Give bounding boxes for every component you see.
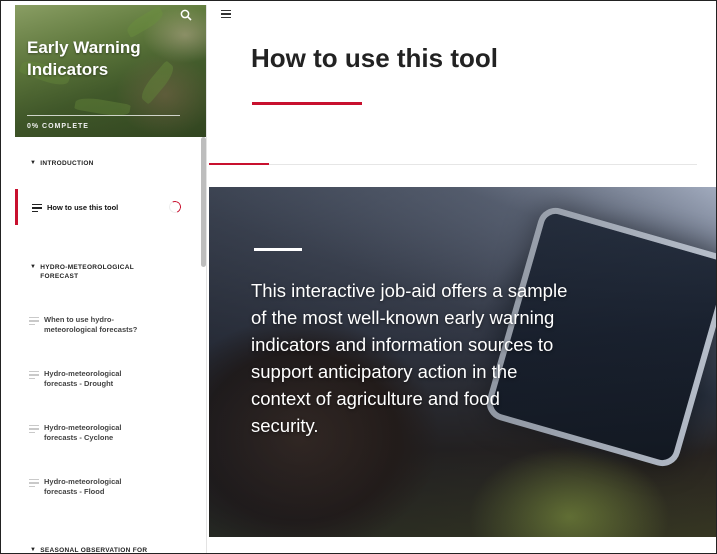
- sidebar-item-cyclone[interactable]: Hydro-meteorological forecasts - Cyclone: [15, 423, 201, 451]
- lesson-icon: [29, 425, 39, 433]
- banner-divider: [254, 248, 302, 251]
- lesson-icon: [32, 204, 42, 212]
- lesson-icon: [29, 317, 39, 325]
- lesson-progress-ring: [167, 199, 183, 215]
- intro-banner-image: This interactive job-aid offers a sample…: [209, 187, 716, 537]
- sidebar-item-how-to-use[interactable]: How to use this tool: [15, 189, 201, 225]
- sidebar-item-label: Hydro-meteorological forecasts - Flood: [44, 477, 122, 496]
- sidebar-item-label: Hydro-meteorological forecasts - Cyclone: [44, 423, 122, 442]
- sidebar-item-label: Hydro-meteorological forecasts - Drought: [44, 369, 122, 388]
- course-sidebar: Early Warning Indicators 0% COMPLETE ▼ I…: [15, 5, 207, 553]
- lesson-progress-track: [209, 164, 697, 165]
- sidebar-item-drought[interactable]: Hydro-meteorological forecasts - Drought: [15, 369, 201, 397]
- course-progress-bar: [27, 115, 180, 116]
- section-heading-hydro-meteorological[interactable]: ▼ HYDRO-METEOROLOGICAL FORECAST: [30, 263, 150, 281]
- chevron-down-icon: ▼: [30, 547, 37, 553]
- chevron-down-icon: ▼: [30, 264, 37, 270]
- search-icon[interactable]: [180, 9, 192, 21]
- section-heading-introduction[interactable]: ▼ INTRODUCTION: [30, 159, 94, 168]
- sidebar-item-flood[interactable]: Hydro-meteorological forecasts - Flood: [15, 477, 201, 505]
- sidebar-item-when-to-use[interactable]: When to use hydro-meteorological forecas…: [15, 315, 201, 343]
- sidebar-header: Early Warning Indicators 0% COMPLETE: [15, 5, 206, 137]
- course-progress-text: 0% COMPLETE: [27, 123, 89, 130]
- banner-text: This interactive job-aid offers a sample…: [251, 280, 568, 436]
- page-title: How to use this tool: [251, 43, 498, 73]
- section-heading-seasonal-observation[interactable]: ▼ SEASONAL OBSERVATION FOR: [30, 546, 147, 553]
- lesson-icon: [29, 371, 39, 379]
- lesson-icon: [29, 479, 39, 487]
- sidebar-scrollbar[interactable]: [201, 137, 206, 267]
- sidebar-item-label: When to use hydro-meteorological forecas…: [44, 315, 138, 334]
- chevron-down-icon: ▼: [30, 160, 37, 166]
- title-divider: [252, 102, 362, 105]
- sidebar-item-label: How to use this tool: [47, 203, 119, 212]
- lesson-progress-fill: [209, 163, 269, 165]
- app-window: Early Warning Indicators 0% COMPLETE ▼ I…: [0, 0, 717, 554]
- course-title: Early Warning Indicators: [27, 38, 141, 79]
- menu-icon[interactable]: [221, 10, 231, 18]
